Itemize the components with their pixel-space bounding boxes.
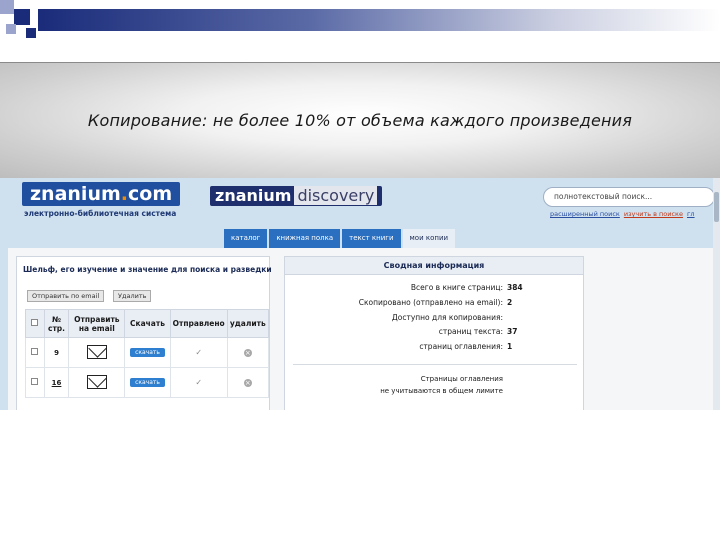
summary-value: 1 — [507, 342, 513, 351]
nav-tabs: каталог книжная полка текст книги мои ко… — [224, 229, 456, 248]
site-screenshot: znanium.com электронно-библиотечная сист… — [0, 178, 720, 410]
decor-square — [0, 0, 14, 14]
tab-book-text[interactable]: текст книги — [342, 229, 401, 248]
select-all-checkbox[interactable] — [31, 319, 39, 326]
download-cell[interactable]: скачать — [124, 367, 171, 398]
summary-note: не учитываются в общем лимите — [380, 387, 503, 395]
find-link[interactable]: изучить в поиске — [624, 210, 683, 218]
send-email-cell[interactable] — [68, 337, 126, 368]
advanced-search-link[interactable]: расширенный поиск — [550, 210, 620, 218]
summary-value: 37 — [507, 327, 518, 336]
divider — [293, 364, 577, 365]
page-number: 9 — [43, 337, 70, 368]
summary-row: Скопировано (отправлено на email): 2 — [285, 298, 585, 310]
logo-text: discovery — [294, 186, 378, 205]
summary-label: Скопировано (отправлено на email): — [358, 298, 503, 307]
scrollbar[interactable] — [713, 178, 720, 410]
close-icon[interactable]: × — [243, 378, 252, 387]
logo-subtitle: электронно-библиотечная система — [24, 209, 177, 218]
znanium-discovery-logo[interactable]: znanium discovery — [210, 186, 383, 206]
delete-cell[interactable]: × — [226, 337, 270, 368]
summary-label: Всего в книге страниц: — [410, 283, 503, 292]
summary-row: страниц текста: 37 — [285, 327, 585, 339]
summary-row: Всего в книге страниц: 384 — [285, 283, 585, 295]
decor-square — [14, 9, 30, 25]
sent-cell: ✓ — [169, 367, 228, 398]
column-header: Отправить на email — [68, 309, 126, 338]
summary-label: страниц оглавления: — [419, 342, 503, 351]
summary-note: Страницы оглавления — [420, 375, 503, 383]
row-checkbox[interactable] — [31, 348, 39, 355]
search-links: расширенный поиск изучить в поиске гл — [550, 210, 699, 218]
content-area: Шельф, его изучение и значение для поиск… — [8, 248, 720, 410]
download-button[interactable]: скачать — [130, 378, 165, 387]
decor-square — [26, 28, 36, 38]
decor-gradient-bar — [38, 9, 720, 31]
summary-row: страниц оглавления: 1 — [285, 342, 585, 354]
select-all-header[interactable] — [25, 309, 45, 338]
send-email-button[interactable]: Отправить по email — [27, 290, 105, 302]
summary-value: 2 — [507, 298, 513, 307]
row-checkbox[interactable] — [31, 378, 39, 385]
heading-band: Копирование: не более 10% от объема кажд… — [0, 62, 720, 178]
download-cell[interactable]: скачать — [124, 337, 171, 368]
checkmark-icon: ✓ — [195, 348, 203, 357]
slide-heading: Копирование: не более 10% от объема кажд… — [87, 111, 633, 130]
summary-panel: Сводная информация Всего в книге страниц… — [284, 256, 584, 410]
send-email-cell[interactable] — [68, 367, 126, 398]
table-row: 9 скачать ✓ × — [25, 337, 270, 368]
row-select-cell[interactable] — [25, 367, 45, 398]
column-header: Отправлено — [169, 309, 228, 338]
tab-my-copies[interactable]: мои копии — [402, 229, 456, 248]
sent-cell: ✓ — [169, 337, 228, 368]
copies-table: № стр. Отправить на email Скачать Отправ… — [25, 309, 270, 398]
search-input[interactable]: полнотекстовый поиск... — [543, 187, 715, 207]
summary-label: страниц текста: — [438, 327, 503, 336]
table-header-row: № стр. Отправить на email Скачать Отправ… — [25, 309, 270, 338]
envelope-icon[interactable] — [86, 344, 107, 359]
column-header: № стр. — [43, 309, 70, 338]
close-icon[interactable]: × — [243, 348, 252, 357]
logo-text: com — [128, 183, 173, 205]
download-button[interactable]: скачать — [130, 348, 165, 357]
scroll-thumb[interactable] — [714, 192, 719, 222]
checkmark-icon: ✓ — [195, 378, 203, 387]
delete-cell[interactable]: × — [226, 367, 270, 398]
delete-button[interactable]: Удалить — [113, 290, 152, 302]
decor-square — [6, 24, 16, 34]
extra-link[interactable]: гл — [687, 210, 695, 218]
table-row: 16 скачать ✓ × — [25, 367, 270, 398]
book-title-link[interactable]: Шельф, его изучение и значение для поиск… — [23, 265, 272, 274]
row-select-cell[interactable] — [25, 337, 45, 368]
logo-dot: . — [120, 183, 128, 205]
envelope-icon[interactable] — [86, 374, 107, 389]
logo-text: znanium — [30, 183, 121, 205]
znanium-logo[interactable]: znanium.com — [22, 182, 181, 206]
summary-row: Доступно для копирования: — [285, 313, 585, 325]
tab-bookshelf[interactable]: книжная полка — [269, 229, 341, 248]
summary-title: Сводная информация — [285, 257, 583, 275]
copies-panel: Шельф, его изучение и значение для поиск… — [16, 256, 272, 410]
column-header: Скачать — [124, 309, 171, 338]
summary-value: 384 — [507, 283, 523, 292]
slide: Копирование: не более 10% от объема кажд… — [0, 0, 720, 540]
summary-label: Доступно для копирования: — [391, 313, 503, 322]
column-header: удалить — [226, 309, 270, 338]
tab-catalog[interactable]: каталог — [224, 229, 268, 248]
logo-text: znanium — [215, 186, 292, 205]
page-number-link[interactable]: 16 — [43, 367, 70, 398]
